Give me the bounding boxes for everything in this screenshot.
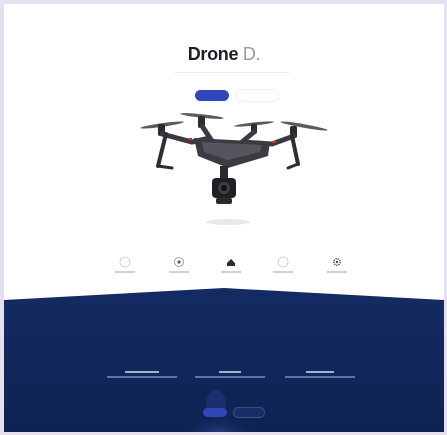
- column-heading-1: [125, 371, 159, 373]
- column-text-3: [285, 376, 355, 378]
- feature-label-5: [327, 271, 347, 273]
- feature-item-1: [110, 256, 140, 273]
- title-divider: [174, 72, 290, 73]
- column-heading-2: [219, 371, 241, 373]
- gear-icon: [331, 256, 343, 268]
- circle-outline-icon: [277, 256, 289, 268]
- landing-page: Drone D.: [4, 4, 444, 432]
- page-title: Drone D.: [4, 44, 444, 65]
- feature-item-4: [268, 256, 298, 273]
- column-text-1: [107, 376, 177, 378]
- feature-column-3: [280, 368, 360, 378]
- column-heading-3: [306, 371, 334, 373]
- secondary-cta-button[interactable]: [236, 90, 278, 101]
- feature-column-2: [190, 368, 270, 378]
- feature-item-5: [322, 256, 352, 273]
- feature-label-1: [115, 271, 135, 273]
- target-icon: [173, 256, 185, 268]
- shield-icon: [119, 256, 131, 268]
- column-text-2: [195, 376, 265, 378]
- feature-label-3: [221, 271, 241, 273]
- feature-item-2: [164, 256, 194, 273]
- title-suffix: D.: [242, 44, 261, 64]
- feature-column-1: [102, 368, 182, 378]
- primary-cta-button[interactable]: [195, 90, 229, 101]
- drone-image: [140, 113, 328, 225]
- section-secondary-button[interactable]: [234, 408, 264, 417]
- home-icon: [225, 256, 237, 268]
- feature-label-2: [169, 271, 189, 273]
- feature-item-3: [216, 256, 246, 273]
- feature-label-4: [273, 271, 293, 273]
- title-main: Drone: [187, 44, 239, 64]
- section-primary-button[interactable]: [203, 408, 227, 417]
